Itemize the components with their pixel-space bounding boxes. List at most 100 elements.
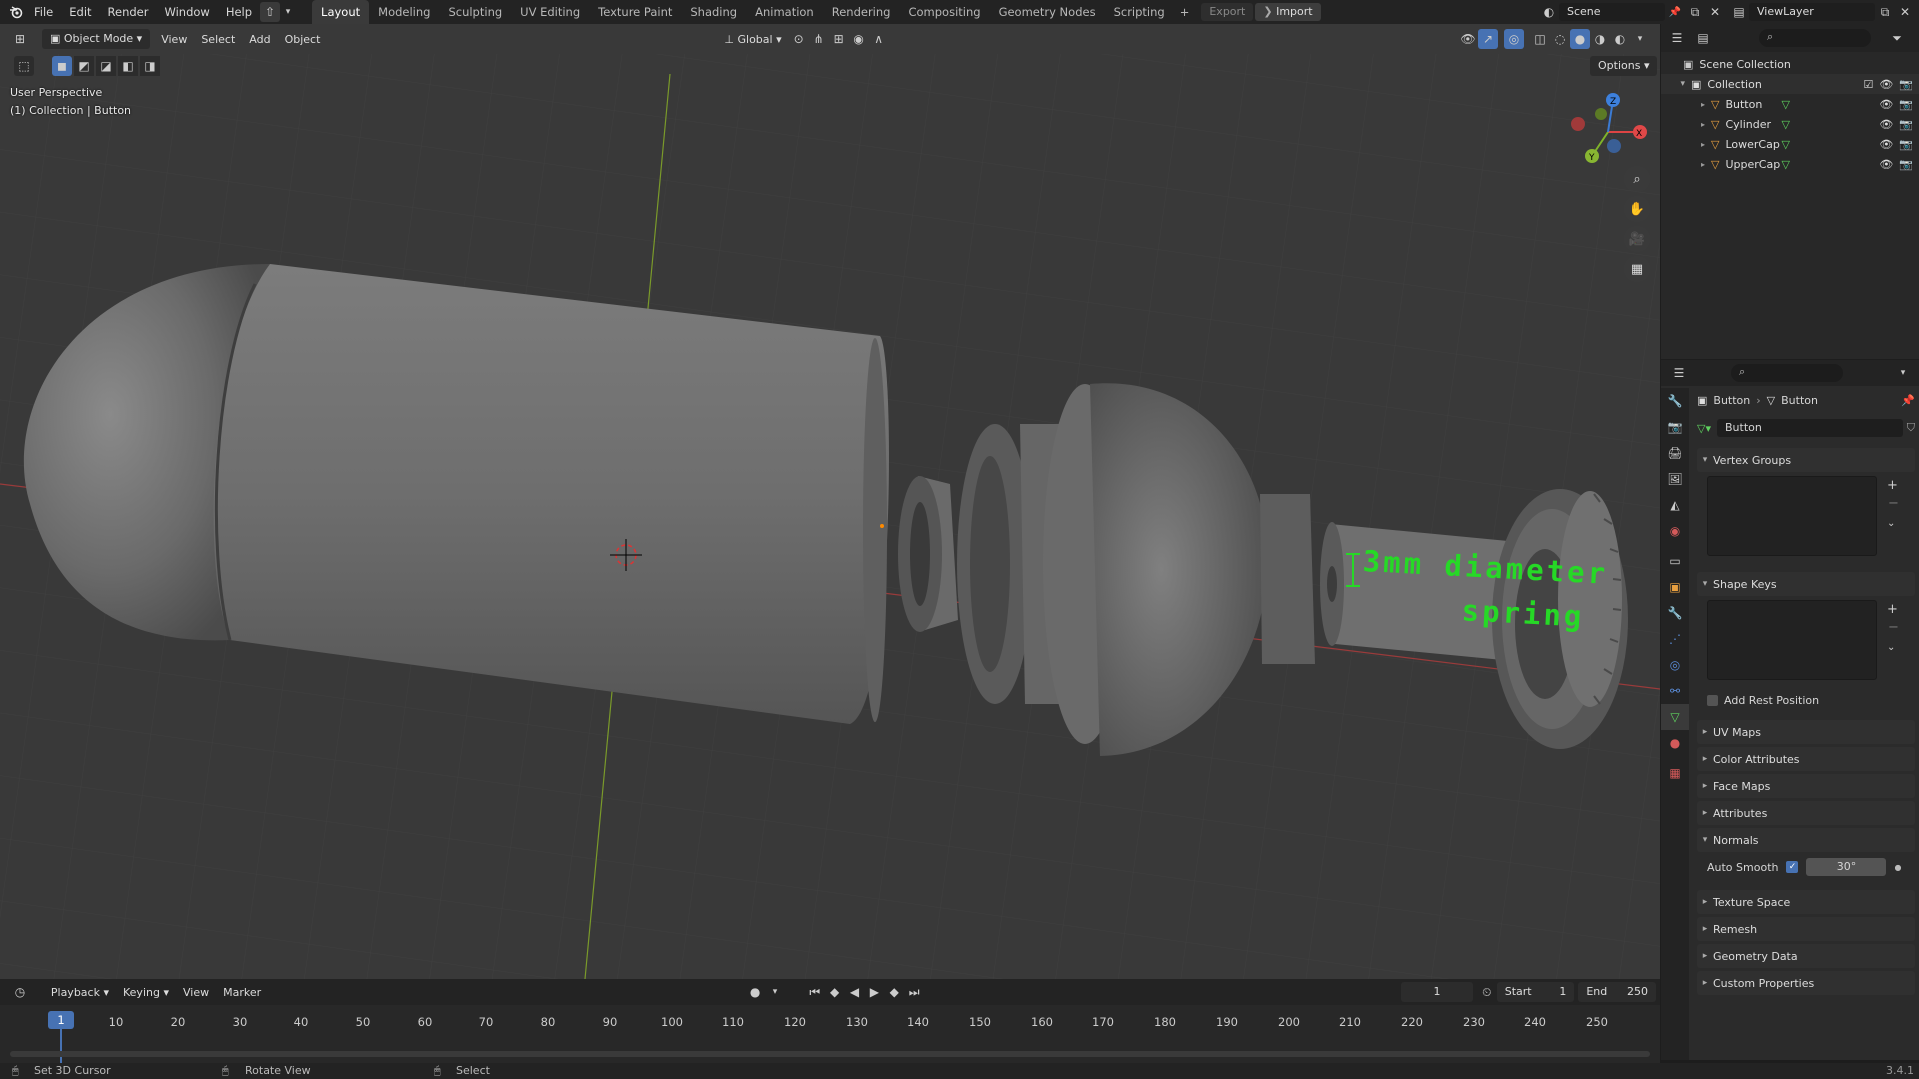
wireframe-shading-icon[interactable]: ◌ xyxy=(1550,29,1570,49)
menu-add[interactable]: Add xyxy=(242,33,277,46)
menu-view[interactable]: View xyxy=(154,33,194,46)
color-attributes-panel-header[interactable]: ▸ Color Attributes xyxy=(1697,747,1915,771)
export-button[interactable]: Export xyxy=(1201,3,1254,21)
play-icon[interactable]: ▶ xyxy=(864,982,884,1002)
prev-keyframe-icon[interactable]: ◆ xyxy=(825,982,845,1002)
camera-icon[interactable]: 📷 xyxy=(1899,98,1913,111)
menu-file[interactable]: File xyxy=(26,0,61,24)
render-tab-icon[interactable]: 📷 xyxy=(1661,414,1689,440)
vertex-groups-panel-header[interactable]: ▾ Vertex Groups xyxy=(1697,448,1915,472)
ortho-grid-icon[interactable]: ▦ xyxy=(1624,256,1650,282)
face-maps-panel-header[interactable]: ▸ Face Maps xyxy=(1697,774,1915,798)
select-new-icon[interactable]: ◼ xyxy=(52,56,72,76)
remove-vertex-group-button[interactable]: − xyxy=(1888,496,1899,511)
tab-texture-paint[interactable]: Texture Paint xyxy=(589,0,681,24)
tab-modeling[interactable]: Modeling xyxy=(369,0,439,24)
properties-options-icon[interactable]: ▾ xyxy=(1893,363,1913,383)
timeline-editor-icon[interactable]: ◷ xyxy=(10,982,30,1002)
lower-cap-ring-mesh[interactable] xyxy=(898,476,958,632)
select-intersect-icon[interactable]: ◨ xyxy=(140,56,160,76)
menu-keying[interactable]: Keying ▾ xyxy=(116,986,176,999)
current-frame-field[interactable]: 1 xyxy=(1401,982,1473,1002)
mesh-browse-icon[interactable]: ▽▾ xyxy=(1697,422,1711,435)
geometry-data-panel-header[interactable]: ▸ Geometry Data xyxy=(1697,944,1915,968)
view-layer-selector[interactable]: ViewLayer xyxy=(1749,3,1875,21)
new-view-layer-icon[interactable]: ⧉ xyxy=(1875,2,1895,22)
vertex-groups-list[interactable] xyxy=(1707,476,1877,556)
tab-layout[interactable]: Layout xyxy=(312,0,370,24)
auto-smooth-angle-field[interactable]: 30° xyxy=(1806,858,1887,876)
add-rest-position-row[interactable]: Add Rest Position xyxy=(1707,694,1819,707)
remesh-panel-header[interactable]: ▸ Remesh xyxy=(1697,917,1915,941)
properties-editor-icon[interactable]: ☰ xyxy=(1669,363,1689,383)
object-tab-icon[interactable]: ▣ xyxy=(1661,574,1689,600)
playhead-frame-indicator[interactable]: 1 xyxy=(48,1011,74,1029)
outliner-scene-collection[interactable]: ▣ Scene Collection xyxy=(1661,54,1919,74)
menu-help[interactable]: Help xyxy=(218,0,260,24)
close-icon[interactable]: ✕ xyxy=(1705,2,1725,22)
select-extend-icon[interactable]: ◩ xyxy=(74,56,94,76)
solid-shading-icon[interactable]: ● xyxy=(1570,29,1590,49)
snap-icon[interactable]: ⋔ xyxy=(809,29,829,49)
select-tool-icon[interactable]: ⬚ xyxy=(14,56,34,76)
mode-selector[interactable]: ▣ Object Mode ▾ xyxy=(42,29,151,49)
end-frame-field[interactable]: End 250 xyxy=(1578,982,1656,1002)
data-tab-icon[interactable]: ▽ xyxy=(1661,704,1689,730)
snap-target-icon[interactable]: ⊞ xyxy=(829,29,849,49)
playhead-line[interactable] xyxy=(60,1029,62,1063)
outliner-item-cylinder[interactable]: ▸ ▽ Cylinder ▽ 👁 📷 xyxy=(1661,114,1919,134)
mesh-name-field[interactable]: Button xyxy=(1716,419,1903,437)
camera-icon[interactable]: 📷 xyxy=(1899,118,1913,131)
eye-icon[interactable]: 👁 xyxy=(1879,98,1893,111)
next-keyframe-icon[interactable]: ◆ xyxy=(884,982,904,1002)
keying-options-icon[interactable]: ▾ xyxy=(765,982,785,1002)
constraints-tab-icon[interactable]: ⚯ xyxy=(1661,678,1689,704)
clock-icon[interactable]: ⏲ xyxy=(1477,982,1497,1002)
falloff-icon[interactable]: ∧ xyxy=(869,29,889,49)
pan-hand-icon[interactable]: ✋ xyxy=(1624,196,1650,222)
add-workspace-button[interactable]: + xyxy=(1174,0,1196,24)
scene-tab-icon[interactable]: ◭ xyxy=(1661,492,1689,518)
pivot-point-icon[interactable]: ⊙ xyxy=(789,29,809,49)
outliner-item-uppercap[interactable]: ▸ ▽ UpperCap ▽ 👁 📷 xyxy=(1661,154,1919,174)
material-tab-icon[interactable]: ● xyxy=(1661,730,1689,756)
add-shape-key-button[interactable]: + xyxy=(1887,602,1898,617)
rendered-shading-icon[interactable]: ◐ xyxy=(1610,29,1630,49)
scene-selector[interactable]: Scene xyxy=(1559,3,1665,21)
filter-icon[interactable]: ⏷ xyxy=(1887,28,1907,48)
tool-tab-icon[interactable]: 🔧 xyxy=(1661,388,1689,414)
view-layer-icon[interactable]: ▤ xyxy=(1729,2,1749,22)
collection-camera-icon[interactable]: 📷 xyxy=(1899,78,1913,91)
close-view-layer-icon[interactable]: ✕ xyxy=(1895,2,1915,22)
transform-orientation-selector[interactable]: ⊥ Global ▾ xyxy=(717,33,788,46)
remove-shape-key-button[interactable]: − xyxy=(1888,620,1899,635)
menu-edit[interactable]: Edit xyxy=(61,0,99,24)
menu-render[interactable]: Render xyxy=(100,0,157,24)
blender-logo-icon[interactable] xyxy=(6,2,26,22)
collection-eye-icon[interactable]: 👁 xyxy=(1879,78,1893,91)
zoom-icon[interactable]: ⌕ xyxy=(1624,166,1650,192)
add-rest-position-checkbox[interactable] xyxy=(1707,695,1718,706)
outliner-item-lowercap[interactable]: ▸ ▽ LowerCap ▽ 👁 📷 xyxy=(1661,134,1919,154)
texture-tab-icon[interactable]: ▦ xyxy=(1661,760,1689,786)
camera-view-icon[interactable]: 🎥 xyxy=(1624,226,1650,252)
outliner-search-input[interactable]: ⌕ xyxy=(1759,29,1871,47)
add-vertex-group-button[interactable]: + xyxy=(1887,478,1898,493)
auto-keying-icon[interactable]: ● xyxy=(745,982,765,1002)
gizmo-toggle-icon[interactable]: ↗ xyxy=(1478,29,1498,49)
jump-start-icon[interactable]: ⏮ xyxy=(805,982,825,1002)
eye-icon[interactable]: 👁 xyxy=(1879,118,1893,131)
proportional-editing-icon[interactable]: ◉ xyxy=(849,29,869,49)
attributes-panel-header[interactable]: ▸ Attributes xyxy=(1697,801,1915,825)
custom-properties-panel-header[interactable]: ▸ Custom Properties xyxy=(1697,971,1915,995)
menu-object[interactable]: Object xyxy=(278,33,328,46)
properties-search-input[interactable]: ⌕ xyxy=(1731,364,1843,382)
overlay-toggle-icon[interactable]: ◎ xyxy=(1504,29,1524,49)
xray-icon[interactable]: ◫ xyxy=(1530,29,1550,49)
menu-playback[interactable]: Playback ▾ xyxy=(44,986,116,999)
world-tab-icon[interactable]: ◉ xyxy=(1661,518,1689,544)
options-dropdown[interactable]: Options ▾ xyxy=(1590,56,1658,76)
physics-tab-icon[interactable]: ◎ xyxy=(1661,652,1689,678)
chevron-down-icon[interactable]: ▾ xyxy=(282,2,294,22)
outliner-editor-icon[interactable]: ☰ xyxy=(1667,28,1687,48)
